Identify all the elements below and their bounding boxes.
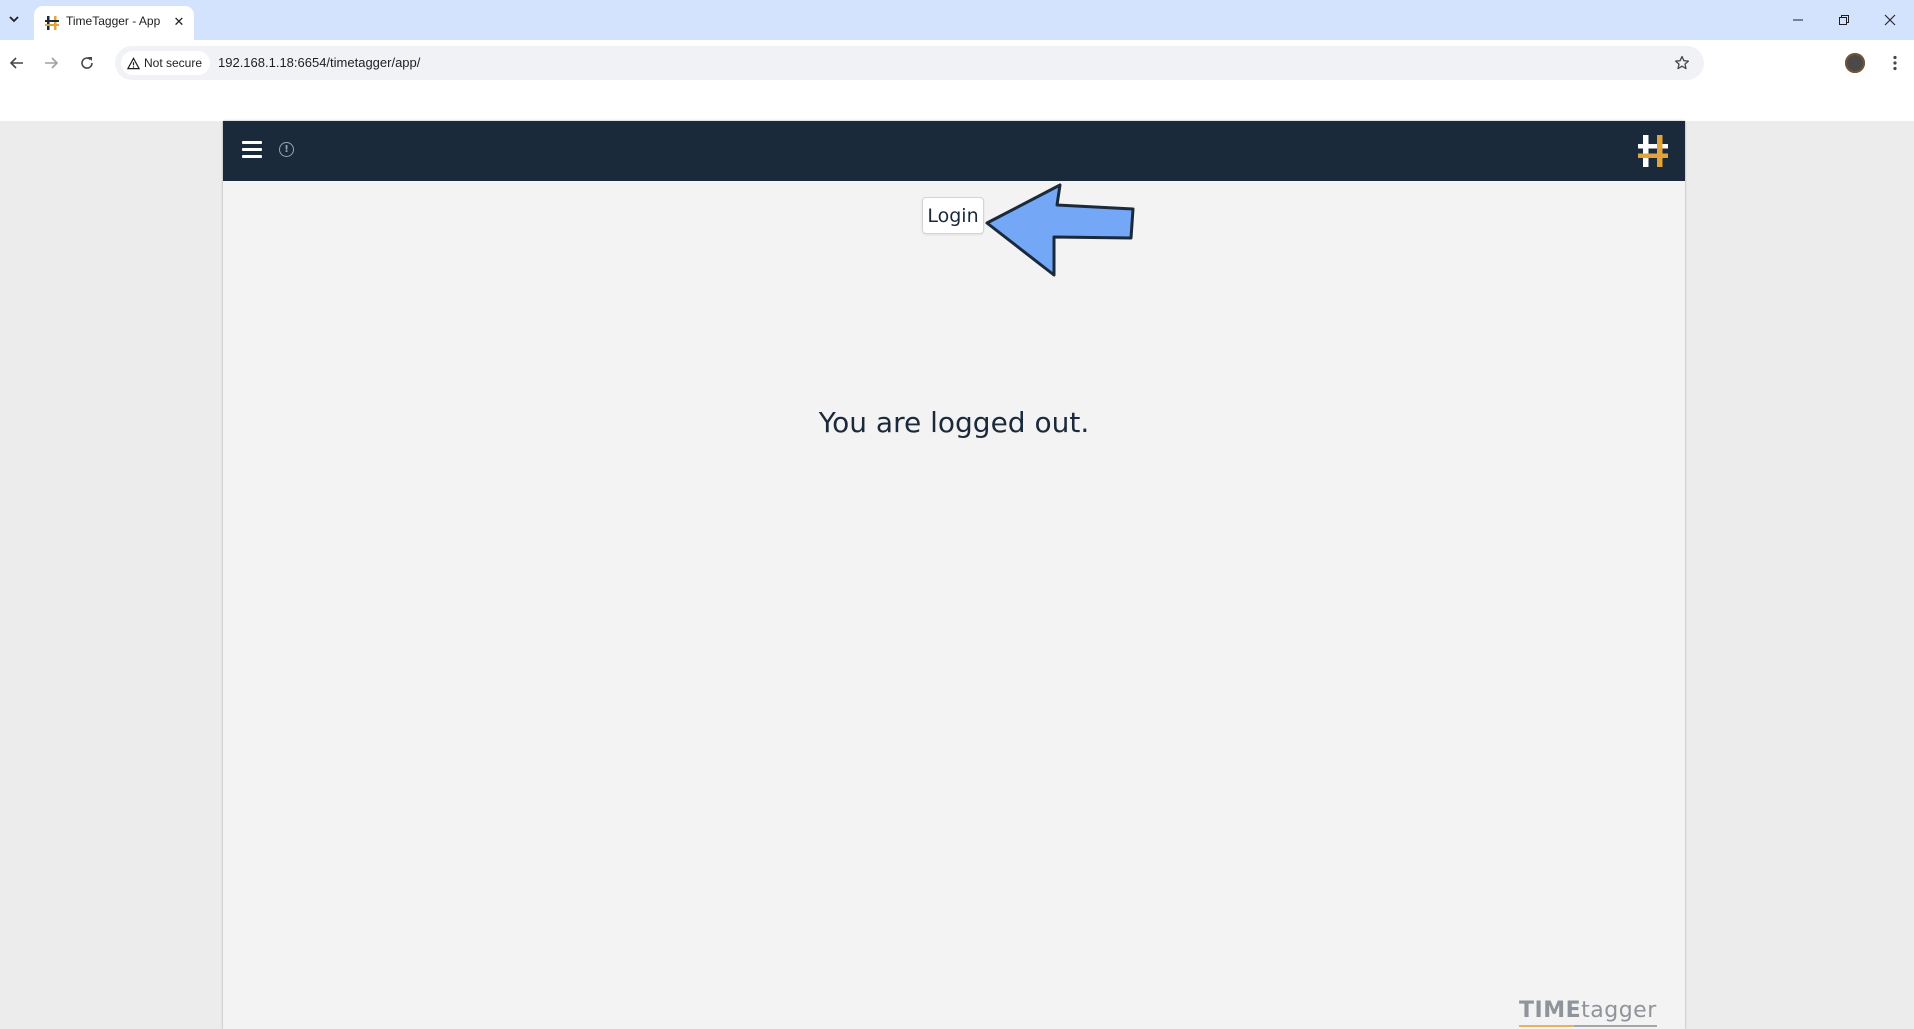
exclamation-glyph: ! <box>284 144 289 155</box>
url-text[interactable]: 192.168.1.18:6654/timetagger/app/ <box>218 55 420 70</box>
exclamation-icon[interactable]: ! <box>279 142 294 157</box>
avatar[interactable] <box>1845 53 1865 73</box>
close-icon: ✕ <box>173 14 185 29</box>
browser-toolbar: Not secure 192.168.1.18:6654/timetagger/… <box>0 40 1914 86</box>
left-arrow-icon <box>985 183 1135 277</box>
browser-menu-button[interactable] <box>1880 48 1910 78</box>
browser-tab[interactable]: TimeTagger - App ✕ <box>34 6 194 40</box>
restore-icon <box>1839 15 1849 25</box>
kebab-menu-icon <box>1893 55 1897 71</box>
tab-close-button[interactable]: ✕ <box>170 13 188 31</box>
address-bar[interactable]: Not secure 192.168.1.18:6654/timetagger/… <box>115 46 1704 80</box>
minimize-icon <box>1793 19 1803 21</box>
app-header: ! <box>223 121 1685 181</box>
minimize-button[interactable] <box>1775 0 1821 40</box>
chevron-down-icon <box>9 16 19 23</box>
restore-button[interactable] <box>1821 0 1867 40</box>
forward-button[interactable] <box>36 48 66 78</box>
back-arrow-icon <box>9 57 23 69</box>
brand-time: TIME <box>1519 998 1582 1023</box>
bookmark-button[interactable] <box>1669 50 1695 76</box>
hamburger-icon[interactable] <box>240 138 264 162</box>
tab-title: TimeTagger - App <box>66 14 161 28</box>
security-indicator[interactable]: Not secure <box>121 51 211 75</box>
timetagger-logo-icon <box>45 16 59 30</box>
close-icon <box>1884 14 1896 26</box>
login-button[interactable]: Login <box>922 197 984 234</box>
warning-icon <box>127 56 140 69</box>
bookmarks-strip <box>0 86 1914 121</box>
page-viewport: ! Login You are logged out. TIMEtagger <box>0 121 1914 1029</box>
timetagger-logo-icon[interactable] <box>1637 133 1669 169</box>
security-label: Not secure <box>144 56 203 70</box>
tab-list-button[interactable] <box>2 7 26 31</box>
browser-tabstrip: TimeTagger - App ✕ <box>0 0 1914 40</box>
footer-brand-logo: TIMEtagger <box>1519 998 1657 1028</box>
back-button[interactable] <box>2 48 32 78</box>
forward-arrow-icon <box>45 57 59 69</box>
logged-out-message: You are logged out. <box>818 406 1090 439</box>
star-icon <box>1674 55 1690 70</box>
brand-underline <box>1519 1025 1657 1027</box>
brand-tagger: tagger <box>1581 998 1657 1023</box>
reload-button[interactable] <box>72 48 102 78</box>
reload-icon <box>81 57 93 69</box>
window-close-button[interactable] <box>1867 0 1913 40</box>
app-container: ! Login You are logged out. TIMEtagger <box>223 121 1685 1029</box>
